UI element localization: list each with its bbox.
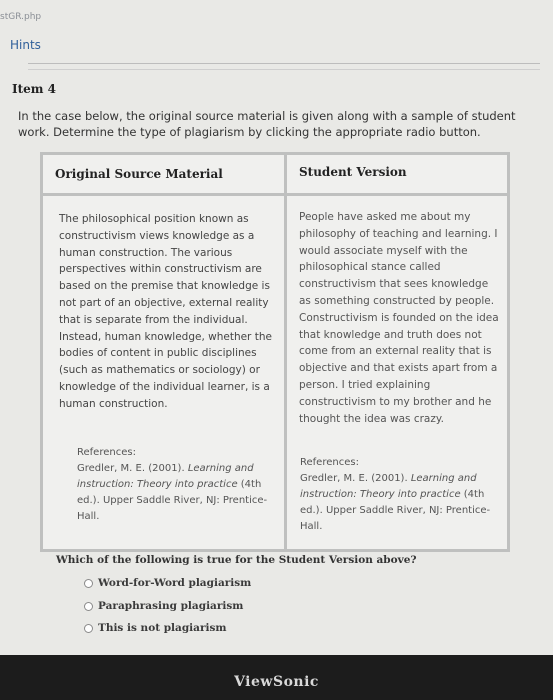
option-label: This is not plagiarism: [98, 622, 227, 634]
browser-screen: stGR.php Hints Item 4 In the case below,…: [0, 0, 553, 655]
option-word-for-word[interactable]: Word-for-Word plagiarism: [84, 577, 251, 589]
header-divider: [43, 193, 507, 196]
option-not-plagiarism[interactable]: This is not plagiarism: [84, 622, 227, 634]
original-references: References: Gredler, M. E. (2001). Learn…: [77, 445, 273, 525]
url-fragment: stGR.php: [0, 12, 42, 22]
references-label: References:: [300, 457, 359, 468]
option-paraphrasing[interactable]: Paraphrasing plagiarism: [84, 600, 243, 612]
references-label: References:: [77, 447, 136, 458]
hints-link[interactable]: Hints: [10, 38, 41, 52]
option-label: Paraphrasing plagiarism: [98, 600, 244, 612]
column-divider: [284, 155, 287, 549]
header-original-source: Original Source Material: [55, 167, 223, 181]
comparison-table: Original Source Material Student Version…: [40, 152, 510, 552]
reference-author: Gredler, M. E. (2001).: [300, 473, 408, 484]
radio-button[interactable]: [84, 601, 93, 611]
divider: [28, 69, 540, 70]
header-student-version: Student Version: [299, 165, 407, 179]
radio-button[interactable]: [84, 623, 93, 633]
original-source-text: The philosophical position known as cons…: [59, 213, 272, 410]
divider: [28, 63, 540, 64]
reference-author: Gredler, M. E. (2001).: [77, 463, 185, 474]
item-title: Item 4: [12, 82, 57, 96]
option-label: Word-for-Word plagiarism: [98, 577, 252, 589]
instructions-text: In the case below, the original source m…: [18, 109, 516, 139]
student-version-text: People have asked me about my philosophy…: [299, 211, 499, 425]
question-text: Which of the following is true for the S…: [56, 554, 417, 566]
student-references: References: Gredler, M. E. (2001). Learn…: [300, 455, 495, 535]
monitor-brand-logo: ViewSonic: [234, 674, 319, 690]
radio-button[interactable]: [84, 578, 93, 588]
